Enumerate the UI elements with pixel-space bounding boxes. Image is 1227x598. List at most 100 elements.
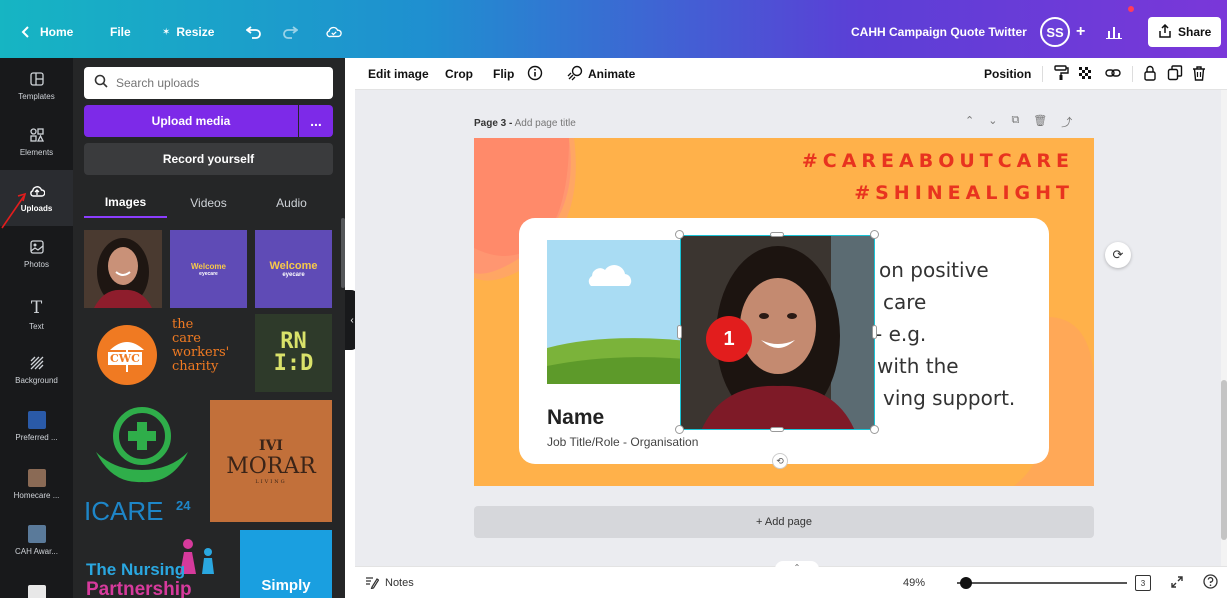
editor-toolbar: Edit image Crop Flip Animate Position bbox=[355, 58, 1227, 90]
cloud-save-status[interactable] bbox=[326, 10, 342, 54]
rail-item-cah-awards-folder[interactable]: CAH Awar... bbox=[0, 512, 73, 568]
zoom-level[interactable]: 49% bbox=[903, 567, 925, 598]
add-collaborator-button[interactable]: + bbox=[1076, 10, 1085, 54]
share-button[interactable]: Share bbox=[1148, 10, 1222, 54]
zoom-slider[interactable] bbox=[957, 567, 1127, 598]
upload-thumb-simply[interactable]: Simply bbox=[240, 530, 332, 598]
chevron-down-icon[interactable]: ⌄ bbox=[988, 114, 997, 130]
zoom-knob[interactable] bbox=[959, 577, 972, 589]
edit-image-button[interactable]: Edit image bbox=[368, 58, 429, 90]
help-button[interactable] bbox=[1203, 567, 1218, 598]
transparency-button[interactable] bbox=[1077, 58, 1093, 90]
notes-button[interactable]: Notes bbox=[365, 567, 414, 598]
page-count-button[interactable]: 3 bbox=[1135, 567, 1151, 598]
record-yourself-button[interactable]: Record yourself bbox=[84, 143, 333, 175]
uploads-icon bbox=[29, 184, 45, 200]
folder-thumbnail bbox=[27, 410, 46, 429]
position-button[interactable]: Position bbox=[984, 58, 1031, 90]
collapse-bottom-tab[interactable]: ⌃ bbox=[775, 561, 819, 573]
lock-button[interactable] bbox=[1142, 58, 1158, 90]
person-role[interactable]: Job Title/Role - Organisation bbox=[547, 435, 698, 449]
info-button[interactable] bbox=[527, 58, 543, 90]
chevron-left-icon: ‹ bbox=[350, 314, 354, 326]
duplicate-button[interactable] bbox=[1167, 58, 1183, 90]
rail-item-templates[interactable]: Templates bbox=[0, 58, 73, 114]
thumb-text: Welcome bbox=[269, 260, 318, 272]
search-box[interactable] bbox=[84, 67, 333, 99]
upload-thumb-welcome-2[interactable]: Welcome eyecare bbox=[255, 230, 332, 308]
share-icon bbox=[1158, 23, 1172, 41]
upload-thumb-portrait[interactable] bbox=[84, 230, 162, 308]
animate-label: Animate bbox=[588, 67, 636, 81]
upload-thumb-welcome-1[interactable]: Welcome eyecare bbox=[170, 230, 247, 308]
templates-icon bbox=[29, 71, 44, 88]
tab-audio[interactable]: Audio bbox=[250, 188, 333, 218]
fullscreen-button[interactable] bbox=[1170, 567, 1184, 598]
resize-handle[interactable] bbox=[872, 325, 877, 339]
rotate-handle[interactable]: ⟲ bbox=[772, 453, 788, 469]
top-bar: Home File ✶ Resize CAHH Campaign Quote T… bbox=[0, 0, 1227, 58]
rail-item-elements[interactable]: Elements bbox=[0, 114, 73, 170]
rail-item-text[interactable]: T Text bbox=[0, 286, 73, 342]
resize-handle[interactable] bbox=[675, 230, 684, 239]
add-page-button[interactable]: + Add page bbox=[474, 506, 1094, 538]
uploads-tabs: Images Videos Audio bbox=[84, 188, 333, 218]
thumb-text: LIVING bbox=[255, 478, 287, 485]
thumb-text: care bbox=[172, 331, 201, 346]
upload-thumb-nursing-partnership[interactable]: The Nursing Partnership bbox=[84, 536, 232, 598]
upload-thumb-icare24[interactable]: ICARE 24 bbox=[84, 398, 202, 530]
scrollbar-thumb[interactable] bbox=[1221, 380, 1227, 540]
design-title[interactable]: CAHH Campaign Quote Twitter bbox=[851, 10, 1027, 54]
add-page-icon[interactable]: ⤴ bbox=[1061, 114, 1072, 130]
tab-images[interactable]: Images bbox=[84, 188, 167, 218]
delete-page-icon[interactable]: 🗑︎ bbox=[1033, 114, 1047, 130]
avatar-button[interactable]: SS bbox=[1040, 10, 1070, 54]
crop-button[interactable]: Crop bbox=[445, 58, 473, 90]
person-name[interactable]: Name bbox=[547, 406, 604, 430]
design-page[interactable]: #CAREABOUTCARE #SHINEALIGHT on positive … bbox=[474, 138, 1094, 486]
flip-button[interactable]: Flip bbox=[493, 58, 514, 90]
rail-item-preferred-folder[interactable]: Preferred ... bbox=[0, 398, 73, 454]
canvas-scrollbar[interactable] bbox=[1221, 90, 1227, 566]
undo-button[interactable] bbox=[246, 10, 262, 54]
cloud-check-icon bbox=[326, 24, 342, 40]
animate-button[interactable]: Animate bbox=[567, 58, 635, 90]
placeholder-landscape-image[interactable] bbox=[547, 240, 697, 384]
copy-style-button[interactable] bbox=[1053, 58, 1069, 90]
resize-handle[interactable] bbox=[677, 325, 682, 339]
upload-thumb-morar[interactable]: IVI MORAR LIVING bbox=[210, 400, 332, 522]
insights-button[interactable] bbox=[1106, 10, 1122, 54]
rail-item-background[interactable]: Background bbox=[0, 342, 73, 398]
delete-button[interactable] bbox=[1191, 58, 1207, 90]
page-title-input[interactable]: Add page title bbox=[515, 118, 576, 129]
resize-handle[interactable] bbox=[770, 427, 784, 432]
tab-videos[interactable]: Videos bbox=[167, 188, 250, 218]
regenerate-button[interactable]: ⟳ bbox=[1105, 242, 1131, 268]
home-button[interactable]: Home bbox=[18, 10, 73, 54]
resize-handle[interactable] bbox=[870, 230, 879, 239]
rail-item-homecare-folder[interactable]: Homecare ... bbox=[0, 456, 73, 512]
upload-media-button[interactable]: Upload media bbox=[84, 105, 298, 137]
resize-handle[interactable] bbox=[870, 425, 879, 434]
thumb-text: RN bbox=[280, 329, 307, 354]
rail-label: Homecare ... bbox=[13, 490, 60, 500]
hashtag-careaboutcare[interactable]: #CAREABOUTCARE bbox=[802, 150, 1074, 172]
redo-button[interactable] bbox=[282, 10, 298, 54]
panel-scrollbar[interactable] bbox=[341, 218, 345, 288]
file-menu[interactable]: File bbox=[110, 10, 131, 54]
upload-more-options-button[interactable]: ... bbox=[299, 105, 333, 137]
duplicate-page-icon[interactable]: ⧉ bbox=[1011, 114, 1019, 130]
upload-thumb-rnid[interactable]: RN I:D bbox=[255, 314, 332, 392]
rail-item-folder[interactable] bbox=[0, 566, 73, 598]
quote-text-line: ving support. bbox=[883, 386, 1016, 410]
resize-handle[interactable] bbox=[770, 232, 784, 237]
search-input[interactable] bbox=[116, 76, 316, 90]
upload-thumb-care-workers-charity[interactable]: CWC the care workers' charity bbox=[84, 314, 247, 392]
rail-item-photos[interactable]: Photos bbox=[0, 226, 73, 282]
link-button[interactable] bbox=[1105, 58, 1121, 90]
hashtag-shinealight[interactable]: #SHINEALIGHT bbox=[854, 182, 1074, 204]
resize-handle[interactable] bbox=[675, 425, 684, 434]
zoom-track[interactable] bbox=[957, 577, 1127, 589]
resize-button[interactable]: ✶ Resize bbox=[162, 10, 214, 54]
chevron-up-icon[interactable]: ⌃ bbox=[965, 114, 974, 130]
